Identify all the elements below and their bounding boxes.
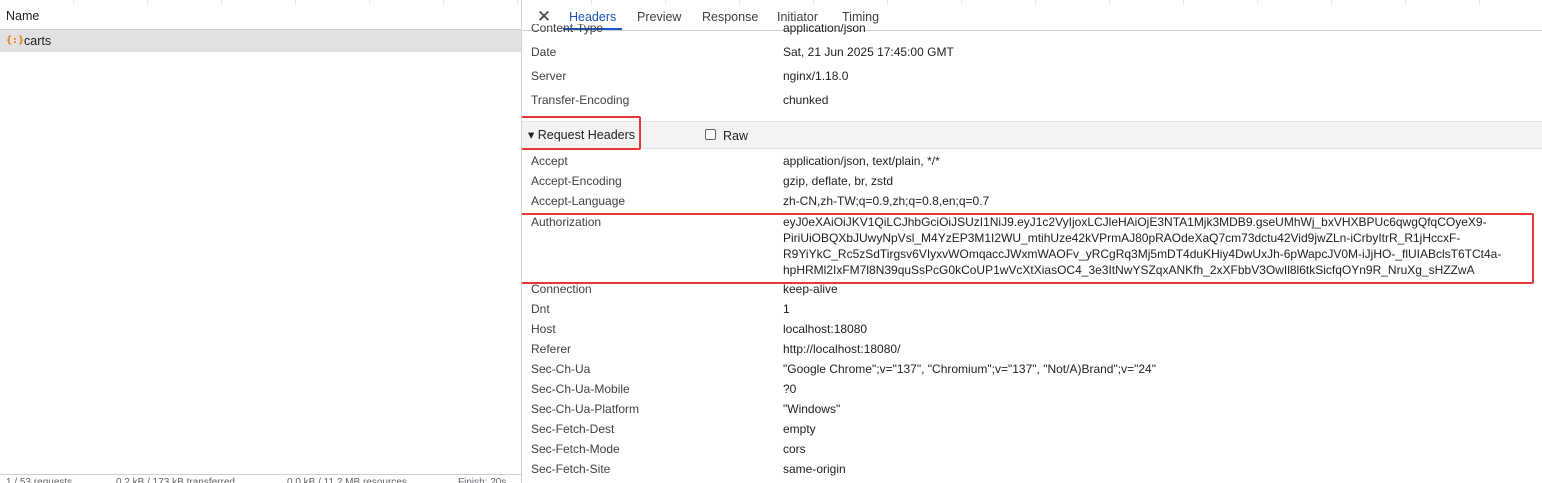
header-key: Date [531,45,557,59]
header-row-connection: Connection keep-alive [522,279,1542,299]
header-key: Host [531,322,556,336]
header-key: Content-Type [531,24,604,35]
header-value: keep-alive [783,282,838,296]
header-value: zh-CN,zh-TW;q=0.9,zh;q=0.8,en;q=0.7 [783,194,990,208]
header-key: Sec-Fetch-Mode [531,442,620,456]
status-transferred: 0.2 kB / 173 kB transferred [116,477,235,483]
header-row-sec-ch-ua: Sec-Ch-Ua "Google Chrome";v="137", "Chro… [522,359,1542,379]
request-headers-toggle[interactable]: ▾ Request Headers [528,122,635,148]
header-value: application/json, text/plain, */* [783,154,940,168]
name-column-header[interactable]: Name [0,4,521,30]
authorization-header-value: eyJ0eXAiOiJKV1QiLCJhbGciOiJSUzI1NiJ9.eyJ… [783,214,1533,278]
header-value: ?0 [783,382,797,396]
status-requests: 1 / 53 requests [6,477,73,483]
authorization-header-key: Authorization [531,215,602,229]
header-row-sec-fetch-mode: Sec-Fetch-Mode cors [522,439,1542,459]
raw-checkbox[interactable] [705,129,716,140]
token-line: eyJ0eXAiOiJKV1QiLCJhbGciOiJSUzI1NiJ9.eyJ… [783,215,1487,229]
header-row-host: Host localhost:18080 [522,319,1542,339]
request-details-panel: ✕ Headers Preview Response Initiator Tim… [522,0,1542,483]
token-line: PiriUiOBQXbJUwyNpVsl_M4YzEP3M1I2WU_mtihU… [783,231,1461,245]
header-row-sec-ch-ua-mobile: Sec-Ch-Ua-Mobile ?0 [522,379,1542,399]
network-status-bar: 1 / 53 requests 0.2 kB / 173 kB transfer… [0,474,521,483]
header-value: application/json [783,24,866,35]
header-key: Sec-Fetch-Dest [531,422,615,436]
header-key: Server [531,69,567,83]
header-key: Accept [531,154,568,168]
header-key: Sec-Ch-Ua [531,362,591,376]
header-key: Accept-Encoding [531,174,622,188]
request-list-panel: Name {:} carts 1 / 53 requests 0.2 kB / … [0,0,522,483]
header-row-sec-fetch-site: Sec-Fetch-Site same-origin [522,459,1542,479]
header-value: 1 [783,302,790,316]
token-line: hpHRMl2IxFM7l8N39quSsPcG0kCoUP1wVcXtXias… [783,263,1475,277]
header-key: Sec-Ch-Ua-Mobile [531,382,630,396]
header-value: chunked [783,93,829,107]
header-row-accept: Accept application/json, text/plain, */* [522,151,1542,171]
request-row-carts[interactable]: {:} carts [0,30,521,52]
header-key: Dnt [531,302,550,316]
section-title: Request Headers [537,128,636,142]
header-key: Referer [531,342,572,356]
header-row-accept-encoding: Accept-Encoding gzip, deflate, br, zstd [522,171,1542,191]
header-row-transfer-encoding: Transfer-Encoding chunked [522,90,1542,110]
header-key: Connection [531,282,592,296]
header-row-referer: Referer http://localhost:18080/ [522,339,1542,359]
header-value: gzip, deflate, br, zstd [783,174,894,188]
json-fetch-icon: {:} [6,35,25,46]
header-value: "Google Chrome";v="137", "Chromium";v="1… [783,362,1156,376]
header-key: Transfer-Encoding [531,93,630,107]
token-line: R9YiYkC_Rc5zSdTirgsv6VIyxvWOmqaccJWxmWAO… [783,247,1502,261]
header-row-date: Date Sat, 21 Jun 2025 17:45:00 GMT [522,42,1542,62]
request-name: carts [24,34,52,48]
request-headers-section-header: ▾ Request Headers Raw [522,121,1542,149]
header-row-accept-language: Accept-Language zh-CN,zh-TW;q=0.9,zh;q=0… [522,191,1542,211]
header-row-content-type: Content-Type application/json [522,24,1542,38]
header-value: http://localhost:18080/ [783,342,901,356]
status-finish: Finish: 20s [458,477,507,483]
header-row-dnt: Dnt 1 [522,299,1542,319]
header-value: same-origin [783,462,846,476]
header-value: empty [783,422,816,436]
status-resources: 0.0 kB / 11.2 MB resources [287,477,407,483]
header-row-server: Server nginx/1.18.0 [522,66,1542,86]
raw-label[interactable]: Raw [723,122,748,150]
header-key: Accept-Language [531,194,626,208]
header-value: localhost:18080 [783,322,868,336]
header-row-sec-ch-ua-platform: Sec-Ch-Ua-Platform "Windows" [522,399,1542,419]
header-value: nginx/1.18.0 [783,69,849,83]
header-value: Sat, 21 Jun 2025 17:45:00 GMT [783,45,954,59]
header-value: "Windows" [783,402,841,416]
header-row-sec-fetch-dest: Sec-Fetch-Dest empty [522,419,1542,439]
header-key: Sec-Fetch-Site [531,462,611,476]
header-key: Sec-Ch-Ua-Platform [531,402,640,416]
header-value: cors [783,442,806,456]
